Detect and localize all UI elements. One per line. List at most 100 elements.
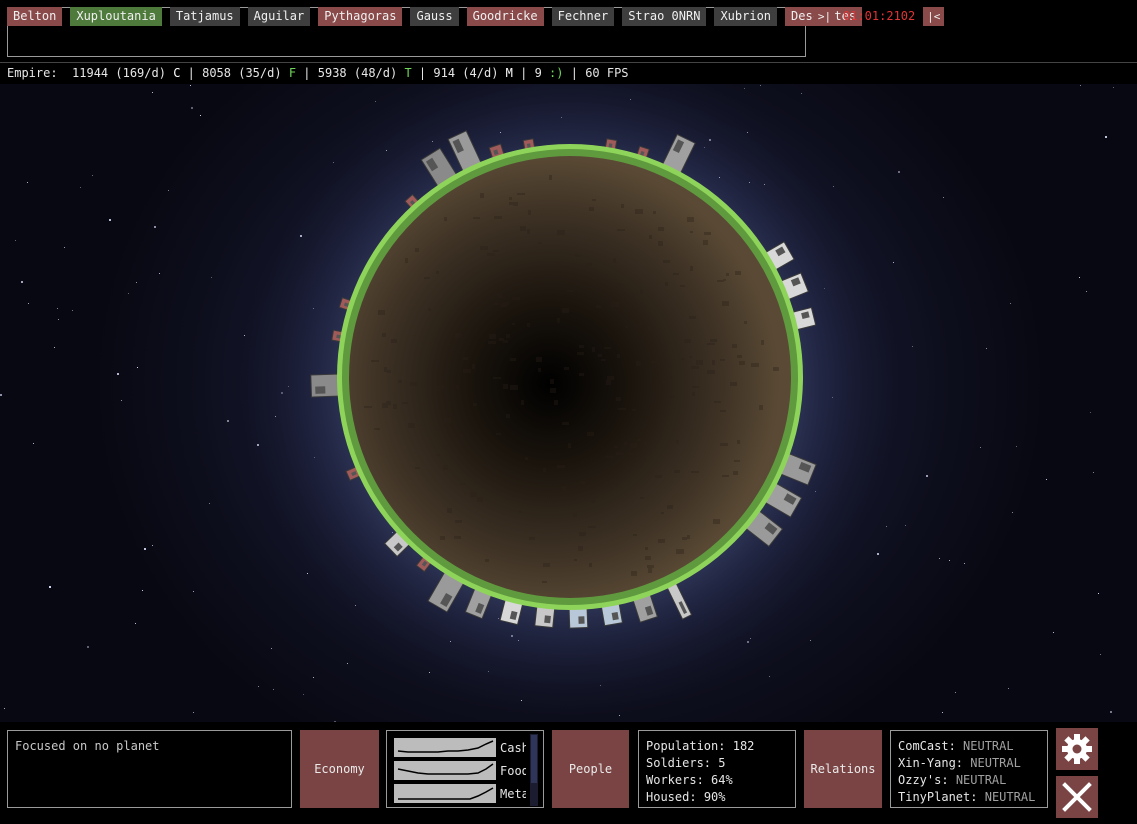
star xyxy=(258,686,259,687)
soil-speck xyxy=(655,475,662,478)
planet-tab[interactable]: Xubrion xyxy=(714,7,778,26)
faction-name: TinyPlanet: xyxy=(898,790,978,804)
soil-speck xyxy=(617,229,625,231)
star xyxy=(33,443,34,444)
planet-tab[interactable]: Tatjamus xyxy=(169,7,240,26)
empire-label: Empire: xyxy=(7,66,58,80)
star xyxy=(193,591,194,592)
soil-speck xyxy=(744,321,747,324)
star xyxy=(1086,291,1087,292)
soil-speck xyxy=(538,368,541,372)
scrollbar-thumb[interactable] xyxy=(531,735,537,783)
soil-speck xyxy=(589,563,592,567)
soil-speck xyxy=(542,581,547,583)
soil-speck xyxy=(703,240,708,245)
faction-status: NEUTRAL xyxy=(955,773,1007,787)
graph-scrollbar[interactable] xyxy=(530,734,538,806)
star xyxy=(159,273,160,274)
planet-tabs: Belton Xuploutania Tatjamus Aguilar Pyth… xyxy=(7,7,863,26)
soil-speck xyxy=(575,254,581,257)
close-button[interactable] xyxy=(1056,776,1098,818)
star xyxy=(27,182,28,183)
soil-speck xyxy=(773,367,779,371)
building[interactable] xyxy=(310,373,343,398)
soil-speck xyxy=(386,401,391,405)
star xyxy=(942,712,943,713)
relations-button[interactable]: Relations xyxy=(804,730,882,808)
graph-label: Food xyxy=(500,763,526,778)
star xyxy=(801,93,802,94)
planet-tab[interactable]: Fechner xyxy=(551,7,615,26)
soil-speck xyxy=(510,385,518,390)
soil-speck xyxy=(473,403,477,406)
soil-speck xyxy=(543,468,546,472)
soil-speck xyxy=(684,339,691,343)
faction-status: NEUTRAL xyxy=(970,756,1021,770)
star xyxy=(273,689,274,690)
faction-name: ComCast: xyxy=(898,739,956,753)
soil-speck xyxy=(415,467,420,469)
food-letter: F xyxy=(288,66,297,80)
soil-speck xyxy=(737,440,740,444)
soil-speck xyxy=(733,471,738,475)
star xyxy=(1053,632,1054,633)
soil-speck xyxy=(557,230,565,235)
soil-speck xyxy=(649,235,652,239)
soil-speck xyxy=(667,505,673,509)
soil-speck xyxy=(480,246,488,250)
soil-speck xyxy=(591,500,595,503)
food-graph xyxy=(394,761,496,780)
soil-speck xyxy=(489,334,496,339)
star xyxy=(0,394,2,396)
star xyxy=(193,712,194,713)
soil-speck xyxy=(720,443,728,446)
soil-speck xyxy=(446,445,451,447)
star xyxy=(72,310,73,311)
planet-tab[interactable]: Pythagoras xyxy=(318,7,403,26)
soil-speck xyxy=(613,258,616,263)
planet-tab[interactable]: Aguilar xyxy=(247,7,311,26)
fast-forward-button[interactable]: >| xyxy=(814,7,835,26)
soil-speck xyxy=(676,549,684,554)
soil-speck xyxy=(472,364,475,369)
soil-speck xyxy=(564,367,569,370)
soil-speck xyxy=(415,248,419,252)
soil-speck xyxy=(637,439,641,441)
economy-button[interactable]: Economy xyxy=(300,730,379,808)
star xyxy=(64,247,65,248)
soil-speck xyxy=(735,271,741,275)
planet-tab[interactable]: Strao 0NRN xyxy=(622,7,707,26)
settings-button[interactable] xyxy=(1056,728,1098,770)
food-value: 8058 (35/d) xyxy=(202,66,282,80)
people-button[interactable]: People xyxy=(552,730,629,808)
planet-tab[interactable]: Goodricke xyxy=(466,7,544,26)
soil-speck xyxy=(371,360,379,362)
planet-tab[interactable]: Xuploutania xyxy=(70,7,162,26)
star xyxy=(877,553,879,555)
soil-speck xyxy=(536,357,542,362)
faction-name: Xin-Yang: xyxy=(898,756,964,770)
soil-speck xyxy=(614,446,618,448)
time-controls: >| 01:01:2102 |< xyxy=(814,7,945,26)
soil-speck xyxy=(473,217,480,219)
soil-speck xyxy=(689,316,696,319)
soil-speck xyxy=(387,370,391,373)
rewind-button[interactable]: |< xyxy=(923,7,945,26)
soil-speck xyxy=(658,241,663,246)
soil-speck xyxy=(606,456,613,458)
soil-speck xyxy=(751,363,759,367)
soil-speck xyxy=(674,470,680,473)
soil-speck xyxy=(658,227,664,231)
planet-tab[interactable]: Belton xyxy=(7,7,63,26)
soil-speck xyxy=(528,210,531,215)
soil-speck xyxy=(454,536,461,539)
star xyxy=(21,281,23,283)
star xyxy=(87,646,89,648)
soil-speck xyxy=(657,363,660,365)
soil-speck xyxy=(682,537,687,540)
planet-surface[interactable] xyxy=(349,156,791,598)
planet-tab[interactable]: Gauss xyxy=(410,7,459,26)
space-view[interactable] xyxy=(0,84,1137,722)
star xyxy=(905,525,906,526)
tech-letter: T xyxy=(404,66,412,80)
